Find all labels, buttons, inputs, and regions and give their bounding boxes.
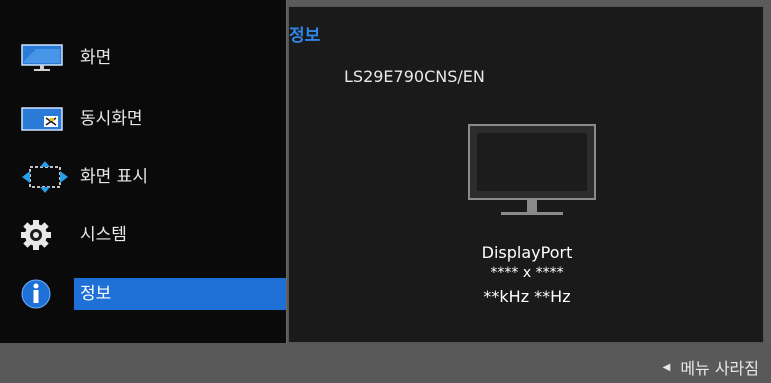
menu-item-label: 화면 <box>80 48 112 68</box>
menu-item-pip[interactable]: 동시화면 <box>20 103 286 135</box>
menu-item-picture[interactable]: 화면 <box>20 42 286 74</box>
panel-title: 정보 <box>289 26 321 46</box>
pip-icon <box>20 103 74 135</box>
left-arrow-icon: ◀ <box>662 361 671 373</box>
exit-hint-label: 메뉴 사라짐 <box>680 359 759 378</box>
menu-item-label: 정보 <box>74 278 286 310</box>
monitor-icon <box>20 42 74 74</box>
gear-icon <box>20 219 74 251</box>
menu-item-system[interactable]: 시스템 <box>20 219 286 251</box>
menu-item-label: 시스템 <box>80 225 127 245</box>
model-name: LS29E790CNS/EN <box>344 67 485 86</box>
frequency: **kHz **Hz <box>483 287 571 306</box>
information-panel: 정보 LS29E790CNS/EN DisplayPort **** x ***… <box>288 6 764 343</box>
info-icon <box>20 278 74 310</box>
display-arrows-icon <box>20 161 74 193</box>
menu-item-onscreen-display[interactable]: 화면 표시 <box>20 161 286 193</box>
menu-item-label: 화면 표시 <box>80 167 148 187</box>
monitor-graphic-icon <box>467 123 597 227</box>
osd-window: 화면 동시화면 화면 표시 시스템 정보 정보 LS29E790CNS/EN D… <box>0 0 771 383</box>
resolution: **** x **** <box>490 265 564 281</box>
main-menu: 화면 동시화면 화면 표시 시스템 정보 <box>0 0 287 343</box>
input-source: DisplayPort <box>481 243 573 262</box>
exit-hint[interactable]: ◀ 메뉴 사라짐 <box>663 355 759 379</box>
menu-item-information[interactable]: 정보 <box>20 278 286 310</box>
menu-item-label: 동시화면 <box>80 109 143 129</box>
footer-bar: ◀ 메뉴 사라짐 <box>0 343 771 383</box>
